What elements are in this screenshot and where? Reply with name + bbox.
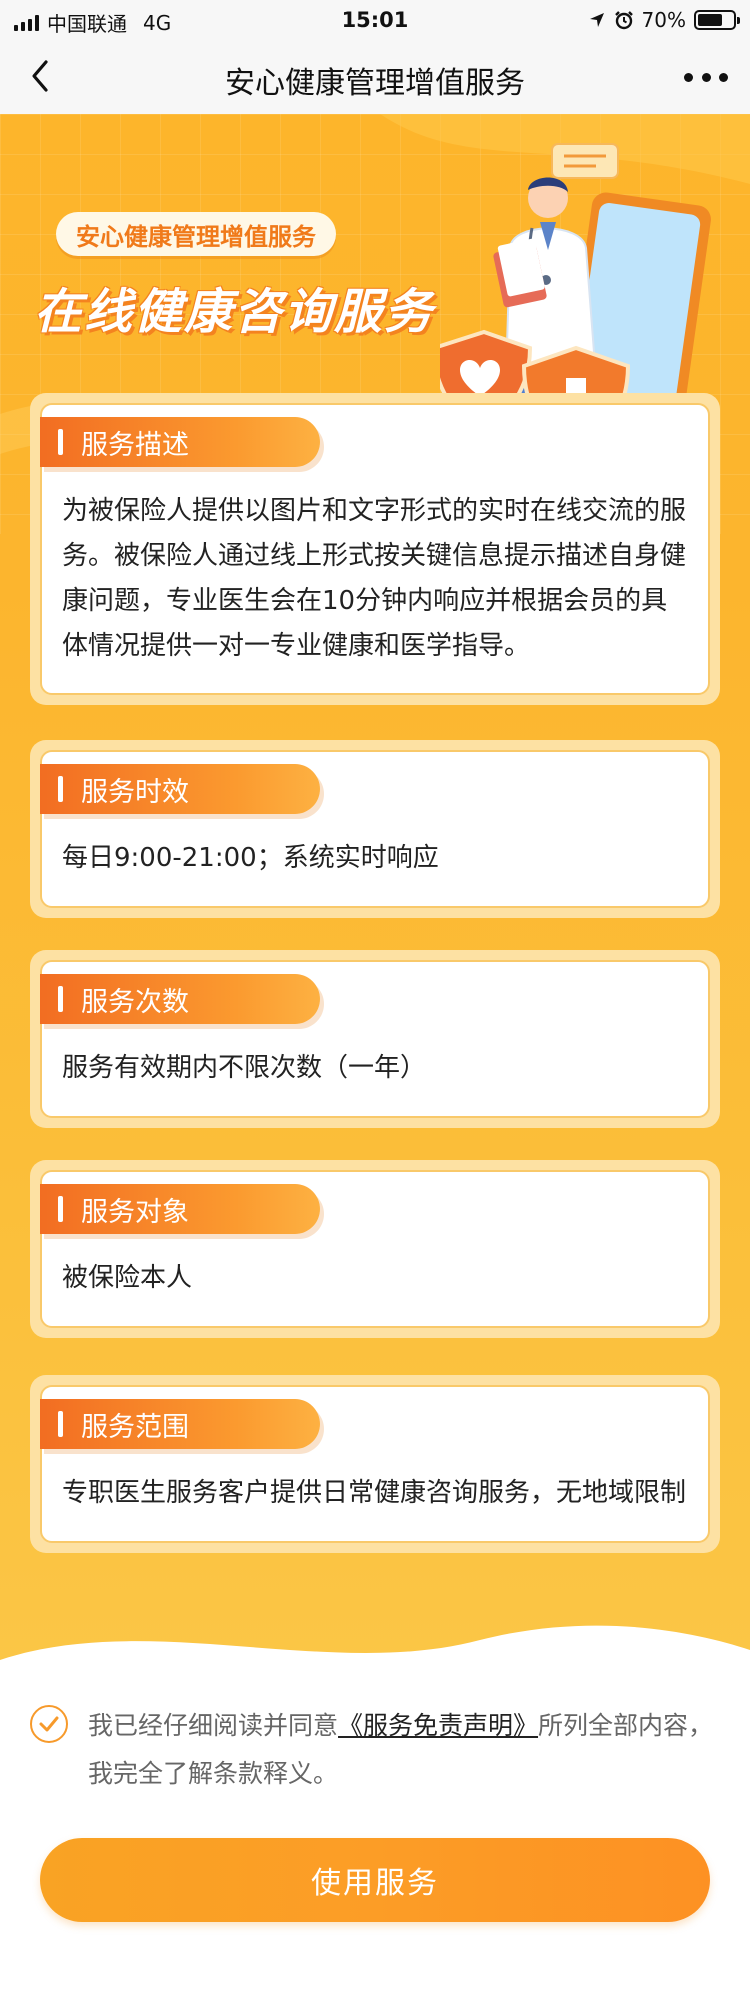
card-body: 每日9:00-21:00；系统实时响应 [62,843,439,873]
card-tab: 服务范围 [40,1399,320,1449]
agree-checkbox[interactable] [30,1705,68,1743]
card-tab: 服务描述 [40,417,320,467]
battery-percent: 70% [641,8,686,32]
card-tab: 服务对象 [40,1184,320,1234]
card-frequency: 服务次数 服务有效期内不限次数（一年） [30,950,720,1128]
card-body: 被保险本人 [62,1263,193,1293]
card-tab: 服务时效 [40,764,320,814]
card-title: 服务描述 [81,429,189,461]
nav-bar: 安心健康管理增值服务 [0,40,750,114]
checkmark-icon [39,1716,59,1732]
card-title: 服务对象 [81,1196,189,1228]
battery-icon [694,10,740,30]
card-title: 服务次数 [81,986,189,1018]
card-scope: 服务范围 专职医生服务客户提供日常健康咨询服务，无地域限制 [30,1375,720,1553]
card-title: 服务范围 [81,1411,189,1443]
disclaimer-link[interactable]: 《服务免责声明》 [338,1711,538,1740]
alarm-icon [614,11,633,30]
card-body: 服务有效期内不限次数（一年） [62,1053,427,1083]
agreement-text: 我已经仔细阅读并同意《服务免责声明》所列全部内容，我完全了解条款释义。 [88,1702,728,1798]
status-bar: 中国联通 4G 15:01 70% [0,0,750,40]
use-service-button[interactable]: 使用服务 [40,1838,710,1922]
hero-title: 在线健康咨询服务 [34,284,435,340]
card-tab: 服务次数 [40,974,320,1024]
more-icon[interactable] [684,60,728,94]
card-body: 为被保险人提供以图片和文字形式的实时在线交流的服务。被保险人通过线上形式按关键信… [62,496,687,661]
hero-tag: 安心健康管理增值服务 [56,212,336,256]
card-title: 服务时效 [81,776,189,808]
page-title: 安心健康管理增值服务 [225,66,525,101]
card-description: 服务描述 为被保险人提供以图片和文字形式的实时在线交流的服务。被保险人通过线上形… [30,393,720,705]
card-body: 专职医生服务客户提供日常健康咨询服务，无地域限制 [62,1478,687,1508]
card-timeliness: 服务时效 每日9:00-21:00；系统实时响应 [30,740,720,918]
location-icon [589,13,604,27]
wave-divider [0,1625,750,1710]
card-target: 服务对象 被保险本人 [30,1160,720,1338]
agreement-prefix: 我已经仔细阅读并同意 [88,1711,339,1740]
